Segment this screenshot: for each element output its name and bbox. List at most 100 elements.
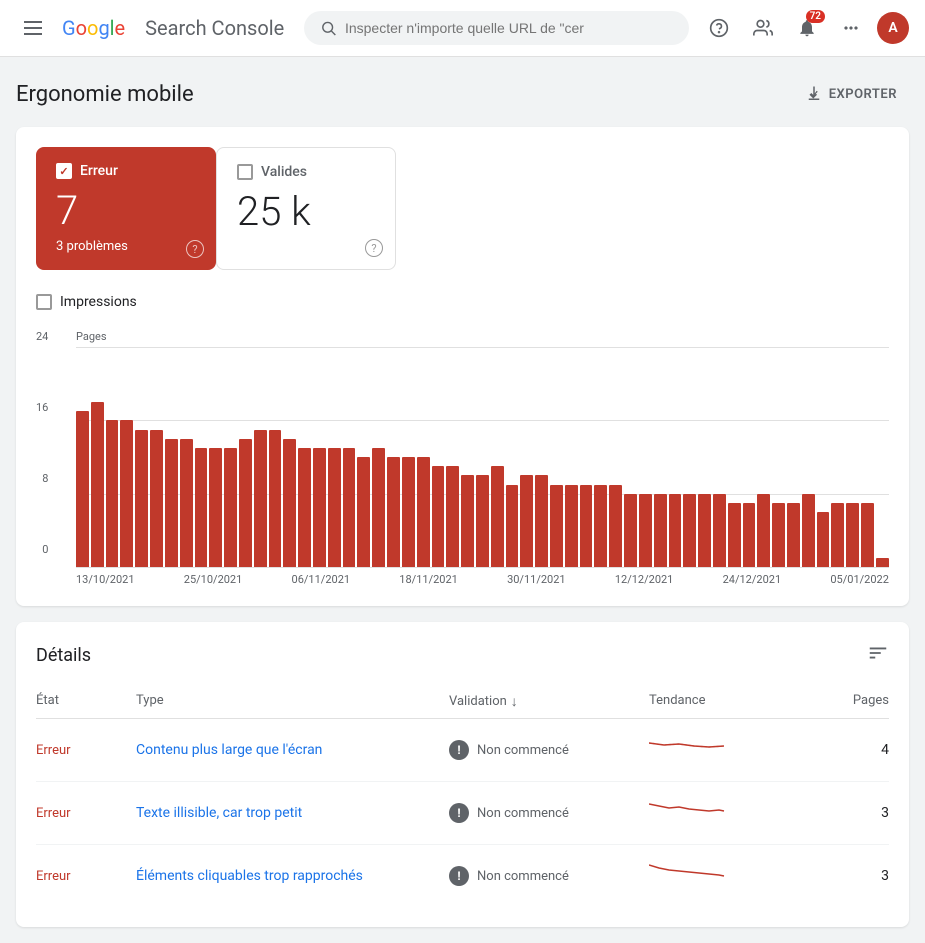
chart-bar: [698, 494, 711, 567]
y-label-0: 0: [42, 543, 48, 556]
row-pages-1: 4: [809, 742, 889, 758]
valid-value: 25 k: [237, 188, 371, 236]
impressions-label: Impressions: [60, 294, 137, 310]
user-avatar[interactable]: A: [877, 12, 909, 44]
chart-bar: [757, 494, 770, 567]
col-header-trend: Tendance: [649, 693, 809, 710]
valid-label: Valides: [261, 164, 307, 180]
col-header-pages: Pages: [809, 693, 889, 710]
chart-bar: [283, 439, 296, 567]
chart-bar: [91, 402, 104, 567]
chart-bar: [150, 430, 163, 568]
page-title-bar: Ergonomie mobile EXPORTER: [16, 57, 909, 127]
chart-bar: [594, 485, 607, 568]
chart-bar: [269, 430, 282, 568]
chart-bar: [639, 494, 652, 567]
row-type-3[interactable]: Éléments cliquables trop rapprochés: [136, 868, 449, 884]
chart-bar: [550, 485, 563, 568]
x-label-2: 25/10/2021: [184, 573, 243, 586]
row-validation-3: ! Non commencé: [449, 866, 649, 886]
validation-status-icon-2: !: [449, 803, 469, 823]
app-name: Search Console: [145, 16, 284, 40]
chart-bars: [76, 347, 889, 567]
chart-bar: [831, 503, 844, 567]
search-input[interactable]: [345, 20, 673, 36]
chart-bar: [313, 448, 326, 567]
chart-bar: [402, 457, 415, 567]
notifications-button[interactable]: 72: [789, 10, 825, 46]
validation-status-icon-1: !: [449, 740, 469, 760]
chart-bar: [520, 475, 533, 567]
error-value: 7: [56, 187, 192, 235]
chart-bar: [787, 503, 800, 567]
chart-bar: [120, 420, 133, 567]
chart-bar: [417, 457, 430, 567]
valid-stat-card: Valides 25 k ?: [216, 147, 396, 270]
chart-bar: [461, 475, 474, 567]
chart-bar: [224, 448, 237, 567]
search-icon: [320, 19, 337, 37]
chart-bar: [683, 494, 696, 567]
header-actions: 72 A: [701, 10, 909, 46]
export-button[interactable]: EXPORTER: [793, 77, 909, 111]
row-state-2: Erreur: [36, 806, 136, 821]
google-logo: Google: [62, 16, 125, 40]
chart-bar: [817, 512, 830, 567]
sort-arrow-icon: ↓: [511, 693, 518, 710]
table-row: Erreur Texte illisible, car trop petit !…: [36, 782, 889, 845]
valid-checkbox[interactable]: [237, 164, 253, 180]
row-type-2[interactable]: Texte illisible, car trop petit: [136, 805, 449, 821]
valid-help-icon[interactable]: ?: [365, 239, 383, 257]
chart-bar: [580, 485, 593, 568]
stats-row: Erreur 7 3 problèmes ? Valides 25 k ?: [36, 147, 889, 270]
chart-bar: [328, 448, 341, 567]
error-stat-card: Erreur 7 3 problèmes ?: [36, 147, 216, 270]
apps-button[interactable]: [833, 10, 869, 46]
chart-bar: [669, 494, 682, 567]
row-validation-2: ! Non commencé: [449, 803, 649, 823]
chart-bar: [535, 475, 548, 567]
details-header: Détails: [36, 642, 889, 669]
export-label: EXPORTER: [829, 87, 897, 102]
notification-count: 72: [806, 10, 825, 23]
error-checkbox[interactable]: [56, 163, 72, 179]
impressions-row: Impressions: [36, 286, 889, 318]
chart-bar: [239, 439, 252, 567]
page-content: Ergonomie mobile EXPORTER Erreur 7 3 pro…: [0, 57, 925, 943]
filter-button[interactable]: [867, 642, 889, 669]
chart-bar: [357, 457, 370, 567]
details-card: Détails État Type Validation ↓ Tendance …: [16, 622, 909, 927]
help-button[interactable]: [701, 10, 737, 46]
error-help-icon[interactable]: ?: [186, 240, 204, 258]
chart-bar: [106, 420, 119, 567]
valid-stat-header: Valides: [237, 164, 371, 180]
chart-bar: [713, 494, 726, 567]
chart-bar: [135, 430, 148, 568]
chart-bar: [772, 503, 785, 567]
x-label-1: 13/10/2021: [76, 573, 135, 586]
impressions-checkbox[interactable]: [36, 294, 52, 310]
menu-button[interactable]: [16, 13, 50, 43]
account-button[interactable]: [745, 10, 781, 46]
chart-area: 24 16 8 0 Pages 13/10/2021: [36, 330, 889, 586]
table-header: État Type Validation ↓ Tendance Pages: [36, 685, 889, 719]
row-type-1[interactable]: Contenu plus large que l'écran: [136, 742, 449, 758]
table-row: Erreur Contenu plus large que l'écran ! …: [36, 719, 889, 782]
search-bar[interactable]: [304, 11, 689, 45]
col-header-type: Type: [136, 693, 449, 710]
chart-bar: [565, 485, 578, 568]
y-label-24: 24: [36, 330, 48, 343]
chart-bar: [343, 448, 356, 567]
row-trend-1: [649, 733, 809, 767]
x-label-6: 12/12/2021: [615, 573, 674, 586]
download-icon: [805, 85, 823, 103]
x-label-8: 05/01/2022: [830, 573, 889, 586]
chart-bar: [846, 503, 859, 567]
x-label-3: 06/11/2021: [292, 573, 351, 586]
chart-bar: [476, 475, 489, 567]
chart-bar: [298, 448, 311, 567]
validation-status-icon-3: !: [449, 866, 469, 886]
col-header-validation[interactable]: Validation ↓: [449, 693, 649, 710]
chart-bar: [876, 558, 889, 567]
row-validation-text-2: Non commencé: [477, 806, 569, 821]
